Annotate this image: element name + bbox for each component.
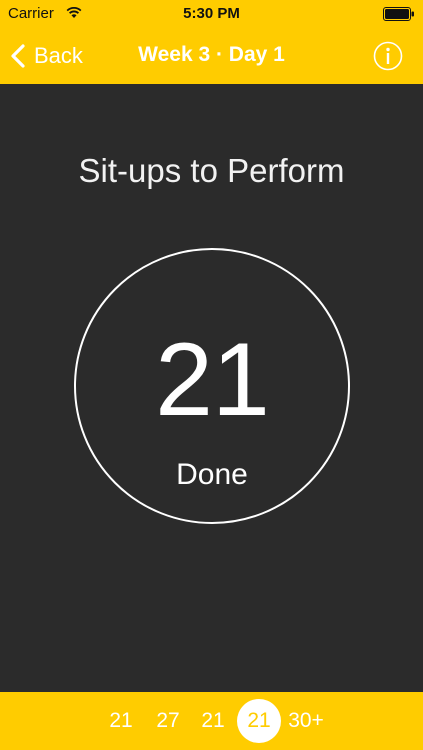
set-item-4-active[interactable]: 21: [237, 699, 281, 743]
set-item-2[interactable]: 27: [152, 704, 184, 738]
rep-count: 21: [155, 322, 270, 438]
info-icon[interactable]: [373, 41, 403, 71]
done-label: Done: [176, 458, 248, 491]
status-time: 5:30 PM: [183, 5, 240, 22]
nav-bar: Back Week 3 · Day 1: [0, 28, 423, 84]
page-title: Week 3 · Day 1: [138, 43, 285, 66]
battery-icon: [383, 7, 414, 21]
set-item-1[interactable]: 21: [105, 704, 137, 738]
set-item-5[interactable]: 30+: [283, 704, 329, 738]
top-chrome: Carrier 5:30 PM Back Week 3 · Day 1: [0, 0, 423, 84]
set-item-3[interactable]: 21: [197, 704, 229, 738]
rep-counter-button[interactable]: 21 Done: [74, 248, 350, 524]
set-selector: 21 27 21 21 30+: [0, 692, 423, 750]
app-screen: Carrier 5:30 PM Back Week 3 · Day 1 Sit-…: [0, 0, 423, 750]
status-bar: Carrier 5:30 PM: [0, 0, 423, 28]
exercise-title: Sit-ups to Perform: [78, 152, 345, 189]
